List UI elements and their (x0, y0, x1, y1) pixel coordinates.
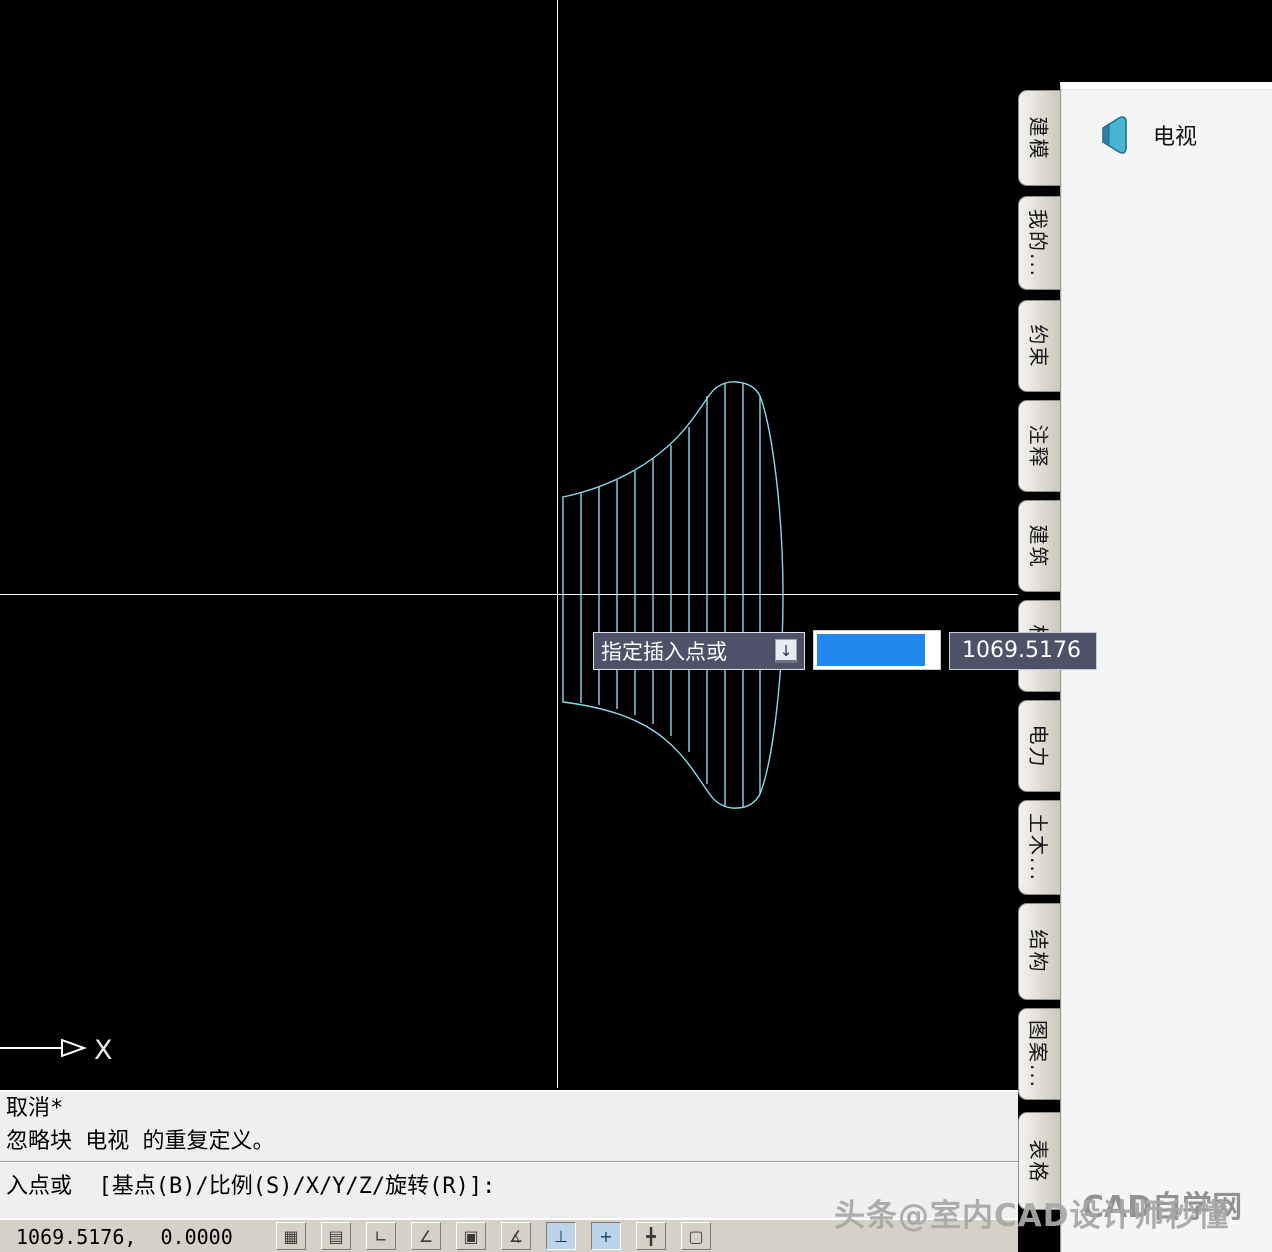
command-prompt-line[interactable]: 入点或 [基点(B)/比例(S)/X/Y/Z/旋转(R)]: (0, 1166, 1018, 1203)
palette-tab-my[interactable]: 我的... (1018, 196, 1060, 290)
dyn-toggle-button[interactable]: + (591, 1222, 621, 1250)
palette-tab-modeling[interactable]: 建模 (1018, 90, 1060, 186)
palette-item-tv[interactable]: 电视 (1061, 89, 1272, 157)
lineweight-toggle-button[interactable]: ╋ (636, 1222, 666, 1250)
command-history-line-1: 取消* (0, 1092, 1018, 1125)
osnap-toggle-button[interactable]: ▣ (456, 1222, 486, 1250)
osnap-icon: ▣ (463, 1227, 478, 1246)
status-bar: 1069.5176, 0.0000 ▦ ▤ ∟ ∠ ▣ ∡ ⊥ + ╋ ▢ (0, 1218, 1018, 1252)
command-divider (0, 1161, 1018, 1163)
otrack-toggle-button[interactable]: ∡ (501, 1222, 531, 1250)
ucs-icon: X (0, 1035, 113, 1066)
dynamic-input-value[interactable]: 1069.5176 (949, 632, 1097, 670)
status-toggle-buttons: ▦ ▤ ∟ ∠ ▣ ∡ ⊥ + ╋ ▢ (276, 1222, 711, 1250)
ortho-icon: ∟ (374, 1227, 387, 1246)
grid-toggle-button[interactable]: ▤ (321, 1222, 351, 1250)
polar-icon: ∠ (419, 1227, 433, 1246)
palette-item-label: 电视 (1153, 119, 1197, 151)
palette-tabs: 建模 我的... 约束 注释 建筑 机械 电力 土木... 结构 图案... 表… (1018, 0, 1061, 1252)
otrack-icon: ∡ (509, 1227, 523, 1246)
snap-icon: ▦ (283, 1227, 298, 1246)
ducs-icon: ⊥ (554, 1227, 568, 1246)
dynamic-input-prompt-text: 指定插入点或 (601, 636, 727, 666)
palette-tab-electrical[interactable]: 电力 (1018, 700, 1060, 792)
model-icon: ▢ (688, 1227, 703, 1246)
autocad-window: X 电视 建模 我的... 约束 注释 建筑 机械 电力 土木... 结构 图案… (0, 0, 1272, 1252)
palette-tab-structure[interactable]: 结构 (1018, 903, 1060, 1000)
tv-block-icon (1095, 113, 1135, 157)
palette-tab-architecture[interactable]: 建筑 (1018, 500, 1060, 592)
model-toggle-button[interactable]: ▢ (681, 1222, 711, 1250)
lineweight-icon: ╋ (646, 1227, 656, 1246)
command-window[interactable]: 取消* 忽略块 电视 的重复定义。 入点或 [基点(B)/比例(S)/X/Y/Z… (0, 1090, 1018, 1218)
grid-icon: ▤ (328, 1227, 343, 1246)
dynamic-input-selection (817, 634, 925, 666)
snap-toggle-button[interactable]: ▦ (276, 1222, 306, 1250)
palette-tab-hatch[interactable]: 图案... (1018, 1008, 1060, 1100)
command-history-line-2: 忽略块 电视 的重复定义。 (0, 1125, 1018, 1158)
palette-tab-constraint[interactable]: 约束 (1018, 300, 1060, 392)
dynamic-input-prompt: 指定插入点或 ↓ (593, 632, 805, 670)
palette-tab-annotation[interactable]: 注释 (1018, 400, 1060, 492)
down-arrow-icon[interactable]: ↓ (775, 639, 797, 663)
dynamic-input-field[interactable] (813, 630, 941, 670)
ucs-x-label: X (94, 1035, 113, 1066)
palette-tab-table[interactable]: 表格 (1018, 1112, 1060, 1210)
ducs-toggle-button[interactable]: ⊥ (546, 1222, 576, 1250)
ortho-toggle-button[interactable]: ∟ (366, 1222, 396, 1250)
polar-toggle-button[interactable]: ∠ (411, 1222, 441, 1250)
coordinate-display: 1069.5176, 0.0000 (16, 1225, 233, 1249)
palette-tab-civil[interactable]: 土木... (1018, 800, 1060, 895)
dyn-icon: + (599, 1227, 612, 1246)
